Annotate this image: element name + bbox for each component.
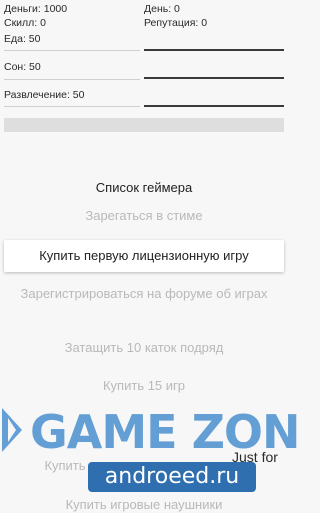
reputation-label: Репутация: 0 (144, 17, 208, 29)
fun-label: Развлечение: 50 (4, 89, 85, 101)
food-bar (144, 49, 284, 51)
skill-label: Скилл: 0 (4, 17, 46, 29)
sleep-divider (4, 79, 140, 80)
task-buy-first-game[interactable]: Купить первую лицензионную игру (4, 240, 284, 272)
task-win-10-matches[interactable]: Затащить 10 каток подряд (4, 340, 284, 356)
task-register-forum[interactable]: Зарегистрироваться на форуме об играх (4, 286, 284, 302)
progress-bar (4, 118, 284, 132)
sleep-label: Сон: 50 (4, 61, 41, 73)
task-buy-headphones[interactable]: Купить игровые наушники (4, 497, 284, 513)
sleep-bar (144, 77, 284, 79)
food-divider (4, 50, 140, 51)
task-register-steam[interactable]: Зарегаться в стиме (4, 208, 284, 224)
fun-bar (144, 105, 284, 107)
list-title: Список геймера (95, 180, 193, 195)
task-buy-15-games[interactable]: Купить 15 игр (4, 378, 284, 394)
food-label: Еда: 50 (4, 33, 41, 45)
day-label: День: 0 (144, 3, 180, 15)
fun-divider (4, 106, 140, 107)
money-label: Деньги: 1000 (4, 3, 68, 15)
watermark-site: androeed.ru (88, 462, 256, 492)
